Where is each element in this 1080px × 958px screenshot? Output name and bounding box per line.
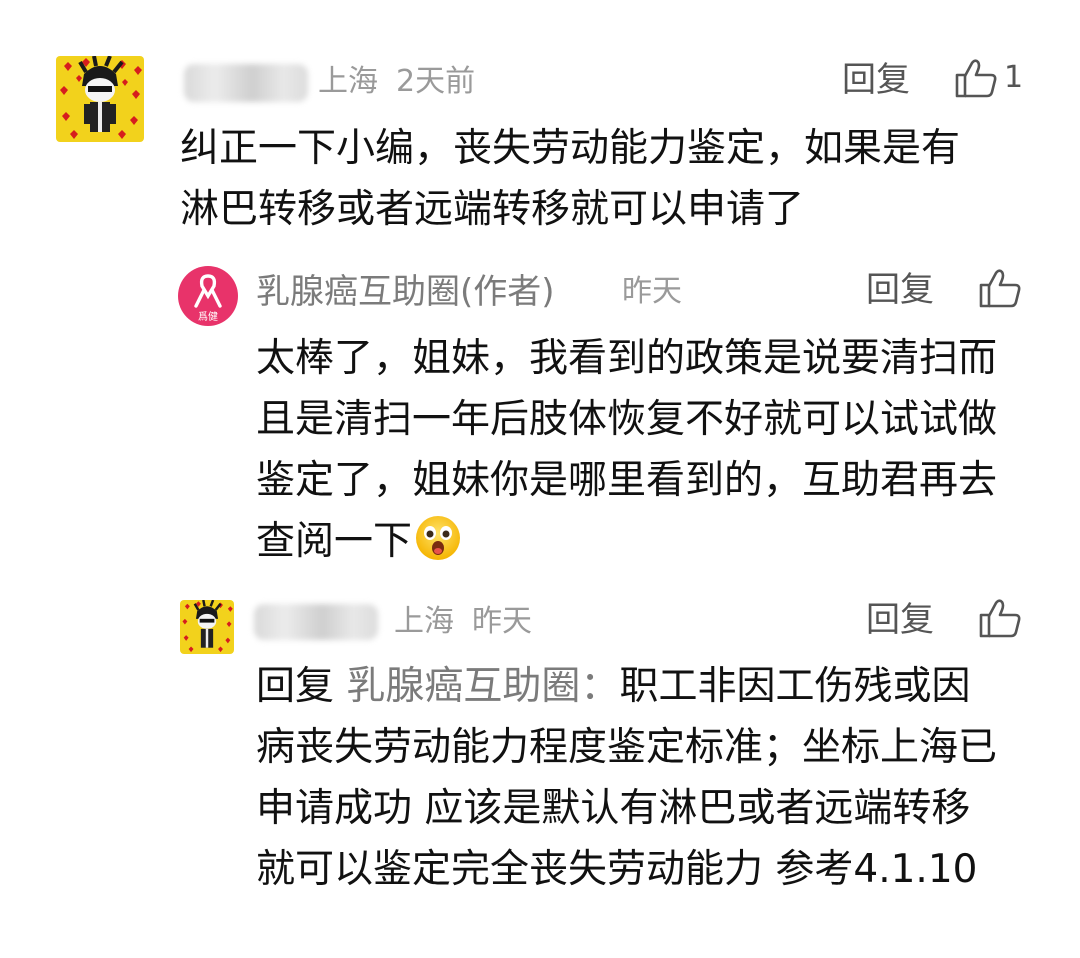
reply-button[interactable]: 回复	[866, 270, 934, 310]
username-blurred	[184, 64, 308, 102]
comment-item: 上海 2天前 回复 1 纠正一下小编，丧失劳动能力鉴定，如果是有 淋巴转移或者远端…	[0, 0, 1080, 240]
avatar[interactable]	[180, 600, 234, 654]
time-label: 2天前	[396, 64, 476, 99]
comment-line: 淋巴转移或者远端转移就可以申请了	[180, 187, 805, 232]
username-blurred	[254, 604, 378, 640]
author-name[interactable]: 乳腺癌互助圈(作者)	[256, 270, 555, 314]
avatar-image	[56, 56, 144, 142]
comment-meta: 上海 昨天	[394, 602, 532, 642]
reply-button[interactable]: 回复	[842, 60, 910, 100]
thumbs-up-icon	[979, 599, 1021, 638]
avatar-image	[180, 600, 234, 654]
comment-meta: 上海 2天前	[318, 62, 475, 102]
comment-text: 纠正一下小编，丧失劳动能力鉴定，如果是有 淋巴转移或者远端转移就可以申请了	[180, 118, 960, 240]
time-label: 昨天	[472, 604, 532, 639]
like-count: 1	[1004, 60, 1024, 95]
avatar-caption: 爲健	[198, 311, 218, 323]
location-label: 上海	[318, 64, 378, 99]
comment-line-text: 查阅一下	[256, 519, 413, 564]
avatar[interactable]	[56, 56, 144, 142]
comment-line: 申请成功 应该是默认有淋巴或者远端转移	[256, 786, 971, 831]
pink-ribbon-avatar-icon: 爲健	[178, 266, 238, 326]
reply-item: 爲健 乳腺癌互助圈(作者) 昨天 回复 太棒了，姐妹，我看到的政策是说要清扫而 …	[0, 250, 1080, 580]
comment-text: 太棒了，姐妹，我看到的政策是说要清扫而 且是清扫一年后肢体恢复不好就可以试试做 …	[256, 328, 997, 580]
time-label: 昨天	[622, 274, 682, 309]
like-button[interactable]	[978, 598, 1022, 638]
surprised-face-emoji	[414, 514, 462, 580]
location-label: 上海	[394, 604, 454, 639]
like-button[interactable]: 1	[954, 58, 1023, 98]
comment-text: 回复 乳腺癌互助圈：职工非因工伤残或因 病丧失劳动能力程度鉴定标准；坐标上海已 …	[256, 656, 997, 900]
comment-line: 鉴定了，姐妹你是哪里看到的，互助君再去	[256, 458, 998, 503]
surprised-face-icon	[416, 516, 461, 560]
thumbs-up-icon	[955, 59, 997, 98]
comment-line: 查阅一下	[256, 511, 997, 580]
like-button[interactable]	[978, 268, 1022, 308]
reply-button[interactable]: 回复	[866, 600, 934, 640]
reply-item: 上海 昨天 回复 回复 乳腺癌互助圈：职工非因工伤残或因 病丧失劳动能力程度鉴定标…	[0, 590, 1080, 920]
comment-line: 病丧失劳动能力程度鉴定标准；坐标上海已	[256, 725, 998, 770]
reply-prefix: 回复	[256, 664, 335, 709]
comment-line: 纠正一下小编，丧失劳动能力鉴定，如果是有	[180, 126, 961, 171]
author-avatar[interactable]: 爲健	[178, 266, 238, 326]
comment-line: 太棒了，姐妹，我看到的政策是说要清扫而	[256, 336, 998, 381]
comment-line-text: 职工非因工伤残或因	[619, 664, 971, 709]
comment-line: 就可以鉴定完全丧失劳动能力 参考4.1.10	[256, 847, 978, 892]
reply-target-link[interactable]: 乳腺癌互助圈：	[346, 664, 619, 709]
thumbs-up-icon	[979, 269, 1021, 308]
comment-line: 且是清扫一年后肢体恢复不好就可以试试做	[256, 397, 998, 442]
comment-line: 回复 乳腺癌互助圈：职工非因工伤残或因	[256, 656, 997, 717]
